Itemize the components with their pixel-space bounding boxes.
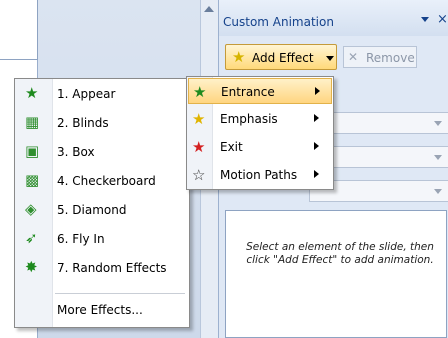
menu-item-appear[interactable]: ★ 1. Appear [15, 79, 189, 107]
fly-in-icon: ➶ [25, 229, 38, 247]
box-icon: ▣ [25, 142, 40, 160]
add-effect-submenu: ★ Entrance ★ Emphasis ★ Exit ☆ Motion Pa… [186, 76, 334, 190]
emphasis-star-icon: ★ [192, 110, 206, 128]
remove-icon: ✕ [348, 50, 359, 64]
random-effects-icon: ✸ [25, 258, 38, 276]
remove-button[interactable]: ✕ Remove [343, 46, 417, 68]
menu-item-checkerboard[interactable]: ▩ 4. Checkerboard [15, 166, 189, 194]
slide-corner [0, 0, 38, 60]
menu-item-label: 5. Diamond [57, 203, 127, 217]
menu-item-label: 2. Blinds [57, 116, 109, 130]
submenu-item-motion-paths[interactable]: ☆ Motion Paths [188, 162, 332, 188]
menu-item-label: 6. Fly In [57, 232, 105, 246]
pane-title-bar: Custom Animation × [219, 0, 448, 36]
diamond-icon: ◈ [25, 200, 37, 218]
submenu-item-entrance[interactable]: ★ Entrance [188, 78, 332, 104]
add-effect-label: Add Effect [252, 51, 314, 65]
scroll-up-icon[interactable] [204, 6, 214, 12]
menu-item-label: 4. Checkerboard [57, 174, 156, 188]
submenu-item-label: Exit [220, 140, 243, 154]
more-effects-label: More Effects... [57, 303, 143, 317]
chevron-down-icon [326, 56, 334, 61]
remove-label: Remove [366, 51, 415, 65]
exit-star-icon: ★ [192, 138, 206, 156]
submenu-item-label: Motion Paths [220, 168, 298, 182]
animation-list[interactable]: Select an element of the slide, then cli… [225, 210, 447, 338]
menu-item-diamond[interactable]: ◈ 5. Diamond [15, 195, 189, 223]
submenu-item-label: Entrance [221, 85, 275, 99]
add-effect-star-icon: ★ [232, 48, 246, 66]
menu-item-label: 3. Box [57, 145, 95, 159]
chevron-down-icon [434, 155, 442, 160]
motion-path-star-icon: ☆ [192, 166, 206, 184]
checkerboard-icon: ▩ [25, 171, 40, 189]
add-effect-button[interactable]: ★ Add Effect [225, 44, 337, 70]
submenu-item-label: Emphasis [220, 112, 278, 126]
entrance-star-icon: ★ [193, 83, 207, 101]
pane-title: Custom Animation [223, 15, 334, 29]
blinds-icon: ▦ [25, 113, 40, 131]
chevron-right-icon [315, 87, 320, 95]
menu-item-box[interactable]: ▣ 3. Box [15, 137, 189, 165]
chevron-right-icon [314, 142, 319, 150]
animation-list-hint: Select an element of the slide, then cli… [246, 241, 434, 266]
submenu-item-emphasis[interactable]: ★ Emphasis [188, 106, 332, 132]
pane-menu-dropdown-icon[interactable] [421, 17, 429, 22]
menu-item-fly-in[interactable]: ➶ 6. Fly In [15, 224, 189, 252]
appear-icon: ★ [25, 84, 39, 102]
menu-item-random-effects[interactable]: ✸ 7. Random Effects [15, 253, 189, 281]
menu-item-more-effects[interactable]: More Effects... [15, 295, 189, 323]
menu-item-blinds[interactable]: ▦ 2. Blinds [15, 108, 189, 136]
chevron-right-icon [314, 114, 319, 122]
chevron-down-icon [434, 189, 442, 194]
close-icon[interactable]: × [437, 12, 448, 27]
menu-item-label: 1. Appear [57, 87, 116, 101]
chevron-down-icon [434, 121, 442, 126]
entrance-effects-menu: ★ 1. Appear ▦ 2. Blinds ▣ 3. Box ▩ 4. Ch… [14, 78, 190, 328]
submenu-item-exit[interactable]: ★ Exit [188, 134, 332, 160]
menu-item-label: 7. Random Effects [57, 261, 167, 275]
menu-separator [55, 293, 185, 294]
chevron-right-icon [314, 170, 319, 178]
